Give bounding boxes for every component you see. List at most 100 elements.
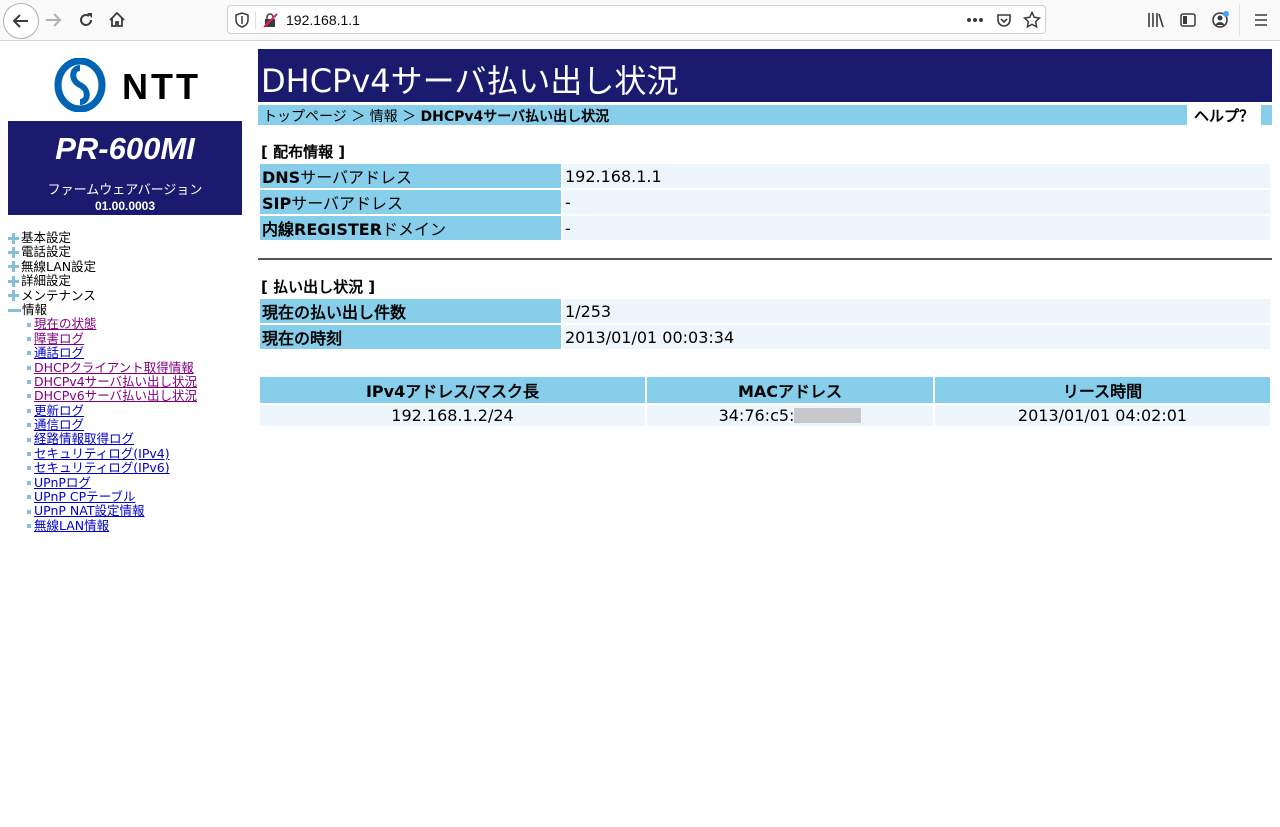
sidebar-item-label[interactable]: 情報 [22,302,47,317]
sidebar-item[interactable]: 電話設定 [8,244,242,259]
firmware-label: ファームウェアバージョン [47,183,203,198]
sidebar-subitem-link[interactable]: 無線LAN情報 [34,518,109,533]
sidebar-subitem: DHCPv4サーバ払い出し状況 [8,374,242,389]
sidebar-subitem-link[interactable]: UPnPログ [34,475,91,490]
forward-icon[interactable] [37,4,69,36]
bullet-icon [27,423,31,428]
table-row: 現在の払い出し件数 1/253 [260,299,1270,323]
lease-table: IPv4アドレス/マスク長 MACアドレス リース時間 192.168.1.2/… [258,375,1272,428]
divider [258,258,1272,260]
bookmark-star-icon[interactable] [1022,10,1042,30]
expand-icon[interactable] [8,261,19,273]
breadcrumb-current: DHCPv4サーバ払い出し状況 [420,109,610,125]
home-icon[interactable] [101,4,133,36]
insecure-lock-icon[interactable] [260,10,280,30]
sidebar-subitem-link[interactable]: UPnP CPテーブル [34,489,135,504]
table-row: 内線REGISTERドメイン - [260,216,1270,240]
sidebar-item[interactable]: メンテナンス [8,288,242,303]
sidebar-subitem-link[interactable]: UPnP NAT設定情報 [34,504,144,519]
sidebar-item-label[interactable]: 詳細設定 [21,273,71,288]
back-icon[interactable] [3,3,39,39]
row-key-bold: SIP [262,194,292,213]
table-row: 192.168.1.2/24 34:76:c5: 2013/01/01 04:0… [260,405,1270,426]
sidebar-subitem-link[interactable]: DHCPv4サーバ払い出し状況 [34,374,197,389]
sidebar-subitem-link[interactable]: 更新ログ [34,403,84,418]
mac-prefix: 34:76:c5: [718,406,795,425]
collapse-icon[interactable] [8,308,21,312]
distribution-heading: [ 配布情報 ] [261,143,346,161]
shield-icon[interactable] [232,10,252,30]
model-panel: PR-600MI ファームウェアバージョン 01.00.0003 [8,121,242,215]
help-button[interactable]: ヘルプ？ [1187,105,1261,125]
breadcrumb-home[interactable]: トップページ [263,109,347,125]
row-key-bold: 内線REGISTER [262,220,383,239]
ntt-logo: NTT [52,57,202,113]
sidebar-item[interactable]: 無線LAN設定 [8,259,242,274]
breadcrumb-separator: ＞ [402,109,417,125]
row-key: 現在の払い出し件数 [260,299,561,323]
sidebar-subitem-link[interactable]: 通信ログ [34,417,84,432]
pocket-icon[interactable] [994,10,1014,30]
bullet-icon [27,394,31,399]
sidebar-subitem-link[interactable]: セキュリティログ(IPv6) [34,460,170,475]
sidebar-subitem: セキュリティログ(IPv6) [8,460,242,475]
url-text[interactable]: 192.168.1.1 [286,12,360,28]
sidebar-subitem-link[interactable]: DHCPv6サーバ払い出し状況 [34,388,197,403]
bullet-icon [27,509,31,514]
reload-icon[interactable] [70,4,102,36]
firmware-version: 01.00.0003 [94,199,156,213]
table-row: DNSサーバアドレス 192.168.1.1 [260,164,1270,188]
redacted-block [794,407,862,423]
sidebar-subitem-link[interactable]: セキュリティログ(IPv4) [34,446,170,461]
bullet-icon [27,452,31,457]
bullet-icon [27,437,31,442]
breadcrumb-separator: ＞ [351,109,366,125]
row-key: サーバアドレス [291,194,404,213]
sidebar-subitem: 現在の状態 [8,316,242,331]
sidebar-subitem-link[interactable]: 通話ログ [34,345,84,360]
sidebar-subitem: 障害ログ [8,331,242,346]
expand-icon[interactable] [8,232,19,244]
bullet-icon [27,524,31,528]
sidebar-item[interactable]: 基本設定 [8,230,242,245]
sidebar-subitem-link[interactable]: 経路情報取得ログ [34,432,134,447]
expand-icon[interactable] [8,290,19,302]
lease-ip: 192.168.1.2/24 [260,405,645,426]
sidebar-subitem: 通話ログ [8,345,242,360]
bullet-icon [27,480,31,485]
sidebar-subitem: UPnPログ [8,475,242,490]
expand-icon[interactable] [8,247,19,259]
sidebar-item-label[interactable]: 電話設定 [21,244,71,259]
page-actions-icon[interactable] [965,10,985,30]
sidebar-item[interactable]: 詳細設定 [8,273,242,288]
library-icon[interactable] [1140,4,1172,36]
sidebar-toggle-icon[interactable] [1172,4,1204,36]
table-row: 現在の時刻 2013/01/01 00:03:34 [260,325,1270,349]
sidebar-item-label[interactable]: 基本設定 [21,230,71,245]
sidebar-subitem-link[interactable]: 障害ログ [34,331,84,346]
sidebar-item[interactable]: 情報 [8,302,242,317]
account-icon[interactable] [1204,4,1236,36]
bullet-icon [27,466,31,471]
menu-icon[interactable] [1245,4,1277,36]
column-header-lease: リース時間 [935,377,1270,403]
bullet-icon [27,408,31,413]
breadcrumb: トップページ ＞ 情報 ＞ DHCPv4サーバ払い出し状況 ヘルプ？ [258,105,1272,125]
breadcrumb-parent[interactable]: 情報 [370,109,398,125]
sidebar-subitem: 経路情報取得ログ [8,432,242,446]
expand-icon[interactable] [8,275,19,287]
sidebar-item-label[interactable]: メンテナンス [21,288,96,303]
row-value: 1/253 [563,299,1270,323]
sidebar-subitem: セキュリティログ(IPv4) [8,446,242,461]
row-key: ドメイン [382,220,447,239]
row-key: サーバアドレス [300,168,413,187]
sidebar-subitem-link[interactable]: DHCPクライアント取得情報 [34,360,194,375]
url-bar[interactable]: 192.168.1.1 [227,5,1046,34]
bullet-icon [27,336,31,341]
row-value: 192.168.1.1 [563,164,1270,188]
row-value: - [563,216,1270,240]
bullet-icon [27,380,31,385]
sidebar-subitem: 通信ログ [8,417,242,432]
sidebar-subitem-link[interactable]: 現在の状態 [34,316,97,331]
sidebar-item-label[interactable]: 無線LAN設定 [21,259,96,274]
